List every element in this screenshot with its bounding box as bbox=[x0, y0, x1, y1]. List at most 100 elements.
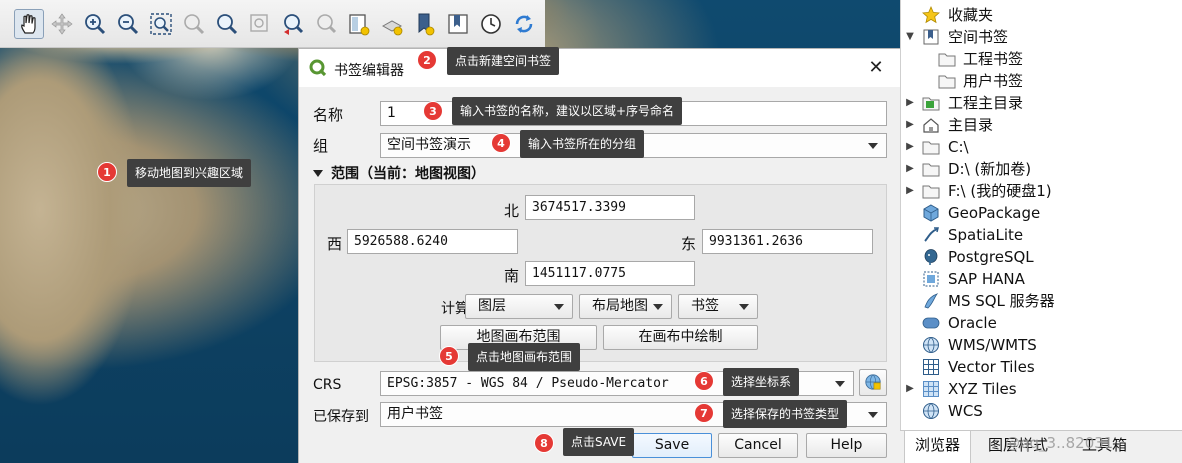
tree-item-geopackage[interactable]: GeoPackage bbox=[901, 202, 1182, 224]
collapse-arrow-icon bbox=[313, 169, 323, 177]
tab-browser[interactable]: 浏览器 bbox=[904, 431, 972, 463]
new-map-view-button[interactable] bbox=[344, 9, 374, 39]
tree-item-label: 工程主目录 bbox=[948, 94, 1024, 112]
step-callout: 选择保存的书签类型 bbox=[723, 400, 848, 428]
tree-item-spatial-bookmarks[interactable]: ▼ 空间书签 bbox=[901, 26, 1182, 48]
tree-item-project-bookmarks[interactable]: 工程书签 bbox=[901, 48, 1182, 70]
tree-item-oracle[interactable]: Oracle bbox=[901, 312, 1182, 334]
tree-item-wms-wmts[interactable]: WMS/WMTS bbox=[901, 334, 1182, 356]
step-callout: 点击新建空间书签 bbox=[447, 47, 560, 75]
zoom-full-button[interactable] bbox=[146, 9, 176, 39]
tree-item-postgresql[interactable]: PostgreSQL bbox=[901, 246, 1182, 268]
tree-item-label: C:\ bbox=[948, 138, 969, 156]
pan-to-selection-button[interactable] bbox=[47, 9, 77, 39]
extent-header-label: 范围（当前：地图视图） bbox=[331, 166, 485, 182]
cancel-button[interactable]: Cancel bbox=[718, 433, 798, 458]
dialog-title: 书签编辑器 bbox=[334, 63, 404, 79]
collapsed-arrow-icon: ▶ bbox=[906, 97, 914, 108]
east-input[interactable]: 9931361.2636 bbox=[702, 229, 873, 254]
zoom-native-button[interactable] bbox=[245, 9, 275, 39]
step-callout: 点击地图画布范围 bbox=[468, 343, 581, 371]
tree-item-label: MS SQL 服务器 bbox=[948, 292, 1055, 310]
temporal-controller-button[interactable] bbox=[476, 9, 506, 39]
pan-arrows-icon bbox=[51, 12, 73, 35]
layout-map-extent-button[interactable]: 布局地图 bbox=[579, 294, 672, 319]
tree-item-xyz-tiles[interactable]: ▶ XYZ Tiles bbox=[901, 378, 1182, 400]
geopackage-icon bbox=[923, 204, 939, 222]
tree-item-label: Oracle bbox=[948, 314, 997, 332]
zoom-native-icon bbox=[250, 13, 268, 32]
step-badge: 7 bbox=[694, 403, 714, 423]
extent-section-header[interactable]: 范围（当前：地图视图） bbox=[313, 163, 485, 183]
project-home-icon bbox=[922, 97, 940, 111]
zoom-to-layer-button[interactable] bbox=[212, 9, 242, 39]
clock-icon bbox=[481, 13, 501, 34]
step-badge: 6 bbox=[694, 371, 714, 391]
west-input[interactable]: 5926588.6240 bbox=[347, 229, 518, 254]
chevron-down-icon bbox=[554, 304, 564, 310]
bookmark-extent-button[interactable]: 书签 bbox=[678, 294, 758, 319]
tree-item-label: GeoPackage bbox=[948, 204, 1041, 222]
layer-extent-button[interactable]: 图层 bbox=[465, 294, 573, 319]
tree-item-label: 主目录 bbox=[948, 116, 994, 134]
tree-item-sap-hana[interactable]: SAP HANA bbox=[901, 268, 1182, 290]
save-button[interactable]: Save bbox=[632, 433, 712, 458]
zoom-to-selection-button[interactable] bbox=[179, 9, 209, 39]
tree-item-label: SpatiaLite bbox=[948, 226, 1024, 244]
zoom-last-button[interactable] bbox=[278, 9, 308, 39]
collapsed-arrow-icon: ▶ bbox=[906, 141, 914, 152]
home-icon bbox=[923, 118, 939, 133]
crs-label: CRS bbox=[313, 377, 342, 393]
folder-icon bbox=[938, 53, 956, 67]
tree-item-label: 空间书签 bbox=[948, 28, 1009, 46]
step-badge: 3 bbox=[423, 101, 443, 121]
tree-item-spatialite[interactable]: SpatiaLite bbox=[901, 224, 1182, 246]
collapsed-arrow-icon: ▶ bbox=[906, 163, 914, 174]
tree-item-vector-tiles[interactable]: Vector Tiles bbox=[901, 356, 1182, 378]
folder-icon bbox=[922, 141, 940, 155]
zoom-next-button[interactable] bbox=[311, 9, 341, 39]
tree-item-home[interactable]: ▶ 主目录 bbox=[901, 114, 1182, 136]
pan-tool-button[interactable] bbox=[14, 8, 44, 39]
show-bookmarks-button[interactable] bbox=[443, 9, 473, 39]
step-badge: 8 bbox=[534, 433, 554, 453]
new-3d-view-button[interactable] bbox=[377, 9, 407, 39]
folder-icon bbox=[922, 185, 940, 199]
wcs-icon bbox=[923, 403, 939, 419]
west-label: 西 bbox=[327, 235, 343, 253]
tree-item-user-bookmarks[interactable]: 用户书签 bbox=[901, 70, 1182, 92]
north-input[interactable]: 3674517.3399 bbox=[525, 195, 695, 220]
map-navigation-toolbar bbox=[0, 0, 545, 48]
folder-icon bbox=[938, 75, 956, 89]
draw-on-canvas-button[interactable]: 在画布中绘制 bbox=[603, 325, 758, 350]
zoom-next-icon bbox=[317, 13, 337, 33]
tree-item-drive-d[interactable]: ▶ D:\ (新加卷) bbox=[901, 158, 1182, 180]
spatialite-icon bbox=[924, 227, 939, 242]
refresh-button[interactable] bbox=[509, 9, 539, 39]
layout-map-label: 布局地图 bbox=[592, 298, 648, 314]
tree-item-mssql[interactable]: MS SQL 服务器 bbox=[901, 290, 1182, 312]
step-callout: 移动地图到兴趣区域 bbox=[127, 159, 252, 187]
dialog-titlebar: 书签编辑器 ✕ bbox=[299, 49, 900, 87]
collapsed-arrow-icon: ▶ bbox=[906, 119, 914, 130]
globe-icon bbox=[865, 374, 881, 390]
step-callout: 点击SAVE bbox=[563, 428, 635, 456]
tree-item-drive-f[interactable]: ▶ F:\ (我的硬盘1) bbox=[901, 180, 1182, 202]
new-spatial-bookmark-button[interactable] bbox=[410, 9, 440, 39]
tree-item-drive-c[interactable]: ▶ C:\ bbox=[901, 136, 1182, 158]
tree-item-favorites[interactable]: 收藏夹 bbox=[901, 4, 1182, 26]
xyz-tiles-icon bbox=[923, 381, 939, 397]
tree-item-wcs[interactable]: WCS bbox=[901, 400, 1182, 422]
tree-item-label: XYZ Tiles bbox=[948, 380, 1017, 398]
map-3d-icon bbox=[381, 19, 403, 35]
star-icon bbox=[922, 6, 940, 24]
south-input[interactable]: 1451117.0775 bbox=[525, 261, 695, 286]
zoom-out-button[interactable] bbox=[113, 9, 143, 39]
help-button[interactable]: Help bbox=[806, 433, 887, 458]
crs-selector-button[interactable] bbox=[859, 369, 887, 396]
collapsed-arrow-icon: ▶ bbox=[906, 185, 914, 196]
close-icon[interactable]: ✕ bbox=[866, 58, 886, 78]
tree-item-project-home[interactable]: ▶ 工程主目录 bbox=[901, 92, 1182, 114]
zoom-in-button[interactable] bbox=[80, 9, 110, 39]
step-callout: 输入书签所在的分组 bbox=[520, 130, 645, 158]
